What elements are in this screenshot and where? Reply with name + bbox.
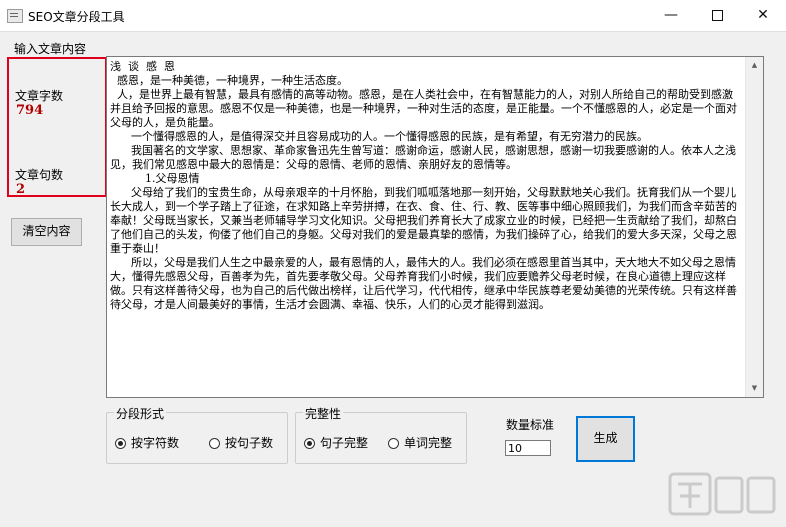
char-count-value: 794 — [16, 103, 44, 118]
radio-by-chars-label: 按字符数 — [131, 436, 180, 450]
segment-mode-group: 分段形式 按字符数 按句子数 — [106, 405, 288, 464]
sentence-count-value: 2 — [16, 182, 26, 197]
radio-sentence-complete[interactable]: 句子完整 — [304, 436, 368, 450]
close-button[interactable]: ✕ — [740, 0, 786, 31]
article-textarea[interactable]: 浅 谈 感 恩 感恩，是一种美德，一种境界，一种生活态度。 人，是世界上最有智慧… — [106, 56, 764, 398]
radio-selected-icon — [115, 438, 126, 449]
radio-by-chars[interactable]: 按字符数 — [115, 436, 179, 450]
radio-sentence-complete-label: 句子完整 — [320, 436, 369, 450]
site-watermark-icon — [668, 472, 776, 516]
maximize-icon — [711, 9, 723, 21]
radio-unselected-icon — [388, 438, 399, 449]
window-title: SEO文章分段工具 — [28, 10, 125, 24]
sentence-count-label: 文章句数 — [15, 168, 64, 182]
app-icon — [7, 9, 23, 23]
minimize-button[interactable]: — — [648, 0, 694, 31]
radio-unselected-icon — [209, 438, 220, 449]
vertical-scrollbar[interactable]: ▲ ▼ — [745, 57, 763, 397]
scroll-up-arrow-icon[interactable]: ▲ — [746, 57, 763, 74]
clear-content-button[interactable]: 清空内容 — [11, 218, 82, 246]
radio-by-sentences-label: 按句子数 — [225, 436, 274, 450]
radio-by-sentences[interactable]: 按句子数 — [209, 436, 273, 450]
scroll-down-arrow-icon[interactable]: ▼ — [746, 380, 763, 397]
title-bar: SEO文章分段工具 — ✕ — [0, 0, 786, 32]
char-count-label: 文章字数 — [15, 89, 64, 103]
integrity-title: 完整性 — [303, 405, 344, 422]
maximize-button[interactable] — [694, 0, 740, 31]
generate-button[interactable]: 生成 — [576, 416, 635, 462]
radio-word-complete[interactable]: 单词完整 — [388, 436, 452, 450]
quantity-label: 数量标准 — [506, 418, 555, 432]
integrity-group: 完整性 句子完整 单词完整 — [295, 405, 467, 464]
quantity-input[interactable]: 10 — [505, 440, 551, 456]
article-text: 浅 谈 感 恩 感恩，是一种美德，一种境界，一种生活态度。 人，是世界上最有智慧… — [110, 60, 737, 311]
input-label: 输入文章内容 — [14, 42, 87, 56]
radio-word-complete-label: 单词完整 — [404, 436, 453, 450]
radio-selected-icon — [304, 438, 315, 449]
segment-mode-title: 分段形式 — [114, 405, 167, 422]
